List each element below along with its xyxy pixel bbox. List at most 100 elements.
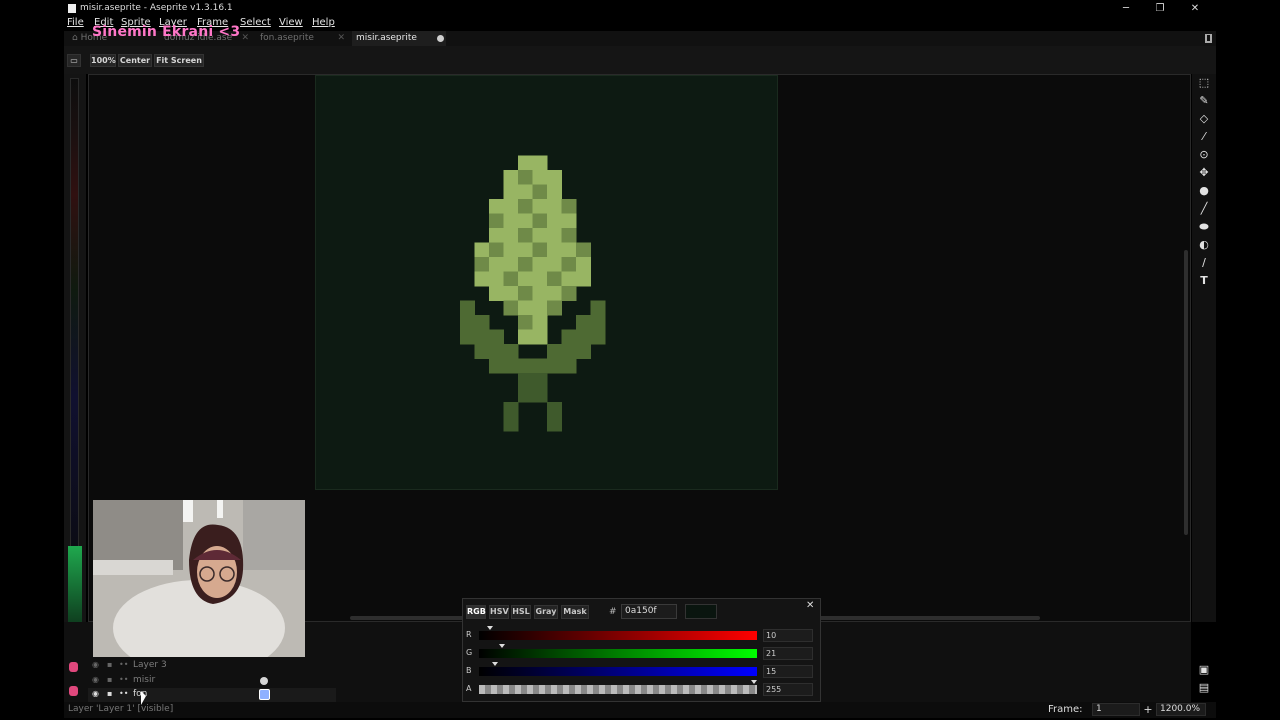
link-icon[interactable]: •• [119, 690, 128, 698]
menu-help[interactable]: Help [312, 17, 335, 28]
sprite-pixel [503, 213, 519, 229]
sprite-pixel [547, 286, 562, 301]
close-tab-icon[interactable]: ✕ [337, 31, 345, 46]
sprite-pixel [532, 271, 548, 287]
lock-icon[interactable]: ▪ [107, 661, 115, 669]
blur-icon[interactable]: ◐ [1198, 239, 1210, 251]
menu-select[interactable]: Select [240, 17, 271, 28]
palette-strip[interactable] [64, 74, 86, 634]
red-slider[interactable] [479, 631, 757, 640]
sprite-pixel [561, 213, 577, 229]
sprite-pixel [547, 271, 562, 287]
sidebar-toggle-icon[interactable]: ▭ [67, 54, 81, 67]
preview-icon[interactable]: ▤ [1198, 682, 1210, 694]
link-icon[interactable]: •• [119, 676, 128, 684]
minimize-button[interactable]: ─ [1116, 2, 1136, 15]
slider-handle-icon[interactable] [492, 662, 498, 666]
select-icon[interactable]: ⬚ [1198, 77, 1210, 89]
sprite-pixel [518, 242, 533, 258]
layer-name: misir [133, 675, 156, 685]
layer-row[interactable]: ◉ ▪ •• misir [88, 674, 336, 688]
mode-gray-tab[interactable]: Gray [534, 605, 558, 619]
sprite-pixel [590, 315, 606, 330]
mode-hsv-tab[interactable]: HSV [489, 605, 509, 619]
slider-handle-icon[interactable] [499, 644, 505, 648]
fill-icon[interactable]: ● [1198, 185, 1210, 197]
sprite-pixel [576, 315, 591, 330]
pencil-icon[interactable]: ✎ [1198, 95, 1210, 107]
spray-icon[interactable]: ∕ [1198, 257, 1210, 269]
sprite-pixel [547, 344, 562, 359]
move-icon[interactable]: ✥ [1198, 167, 1210, 179]
hex-input[interactable]: 0a150f [621, 604, 677, 619]
sprite-pixel [532, 373, 548, 388]
layout-icon[interactable] [1205, 34, 1212, 43]
lock-icon[interactable]: ▪ [107, 676, 115, 684]
fit-screen-button[interactable]: Fit Screen [154, 54, 204, 67]
vertical-scrollbar[interactable] [1184, 250, 1188, 535]
sprite-pixel [518, 184, 533, 200]
add-frame-icon[interactable]: + [1142, 703, 1154, 716]
cel-marker-icon[interactable] [260, 677, 268, 685]
eye-icon[interactable]: ◉ [92, 661, 100, 669]
maximize-button[interactable]: ❐ [1150, 2, 1170, 15]
sprite-pixel [547, 358, 562, 374]
mode-hsl-tab[interactable]: HSL [511, 605, 531, 619]
channel-label: B [466, 666, 472, 675]
green-value[interactable]: 21 [763, 647, 813, 660]
blue-slider[interactable] [479, 667, 757, 676]
color-slider[interactable] [68, 546, 82, 626]
sprite-canvas[interactable] [315, 75, 778, 490]
sprite-pixel [532, 199, 548, 214]
link-icon[interactable]: •• [119, 661, 128, 669]
timeline-toggle-icon[interactable]: ▣ [1198, 664, 1210, 676]
close-icon[interactable]: ✕ [806, 601, 816, 611]
eye-icon[interactable]: ◉ [92, 690, 100, 698]
sprite-pixel [547, 300, 562, 316]
center-button[interactable]: Center [118, 54, 152, 67]
eyedropper-icon[interactable]: ⁄ [1198, 131, 1210, 143]
menu-file[interactable]: File [67, 17, 84, 28]
slider-handle-icon[interactable] [751, 680, 757, 684]
color-picker-panel: RGB HSV HSL Gray Mask # 0a150f ✕ R 10 G … [462, 598, 821, 702]
tool-palette: ⬚ ✎ ◇ ⁄ ⊙ ✥ ● ╱ ⬬ ◐ ∕ T ▣ ▤ [1192, 74, 1216, 694]
sprite-pixel [547, 416, 562, 432]
canvas-toolbar: ▭ 100% Center Fit Screen [64, 46, 1216, 74]
close-button[interactable]: ✕ [1185, 2, 1205, 15]
sprite-pixel [547, 242, 562, 258]
ellipse-icon[interactable]: ⬬ [1198, 221, 1210, 233]
eye-icon[interactable]: ◉ [92, 676, 100, 684]
tab-fon[interactable]: fon.aseprite ✕ [256, 31, 348, 46]
slider-handle-icon[interactable] [487, 626, 493, 630]
sprite-pixel [576, 257, 591, 272]
green-slider[interactable] [479, 649, 757, 658]
alpha-slider[interactable] [479, 685, 757, 694]
tab-misir[interactable]: misir.aseprite [352, 31, 446, 46]
mode-mask-tab[interactable]: Mask [561, 605, 589, 619]
zoom-icon[interactable]: ⊙ [1198, 149, 1210, 161]
close-tab-icon[interactable]: ✕ [241, 31, 249, 46]
alpha-value[interactable]: 255 [763, 683, 813, 696]
blue-value[interactable]: 15 [763, 665, 813, 678]
sprite-pixel [561, 271, 577, 287]
mode-rgb-tab[interactable]: RGB [466, 605, 486, 619]
sprite-pixel [518, 329, 533, 345]
sprite-pixel [532, 155, 548, 171]
lock-icon[interactable]: ▪ [107, 690, 115, 698]
layer-row[interactable]: ◉ ▪ •• Layer 3 [88, 659, 336, 673]
palette-swatches[interactable] [70, 78, 79, 608]
sprite-pixel [489, 257, 504, 272]
zoom-input[interactable]: 1200.0% [1156, 703, 1206, 716]
frame-input[interactable]: 1 [1092, 703, 1140, 716]
sprite-pixel [532, 358, 548, 374]
eraser-icon[interactable]: ◇ [1198, 113, 1210, 125]
line-icon[interactable]: ╱ [1198, 203, 1210, 215]
zoom-100-button[interactable]: 100% [90, 54, 116, 67]
red-value[interactable]: 10 [763, 629, 813, 642]
layer-row-selected[interactable]: ◉ ▪ •• fon [88, 688, 336, 702]
text-icon[interactable]: T [1198, 275, 1210, 287]
cel-marker-icon[interactable] [259, 689, 270, 700]
menu-view[interactable]: View [279, 17, 303, 28]
window-titlebar: misir.aseprite - Aseprite v1.3.16.1 ─ ❐ … [64, 0, 1216, 17]
sprite-pixel [532, 184, 548, 200]
